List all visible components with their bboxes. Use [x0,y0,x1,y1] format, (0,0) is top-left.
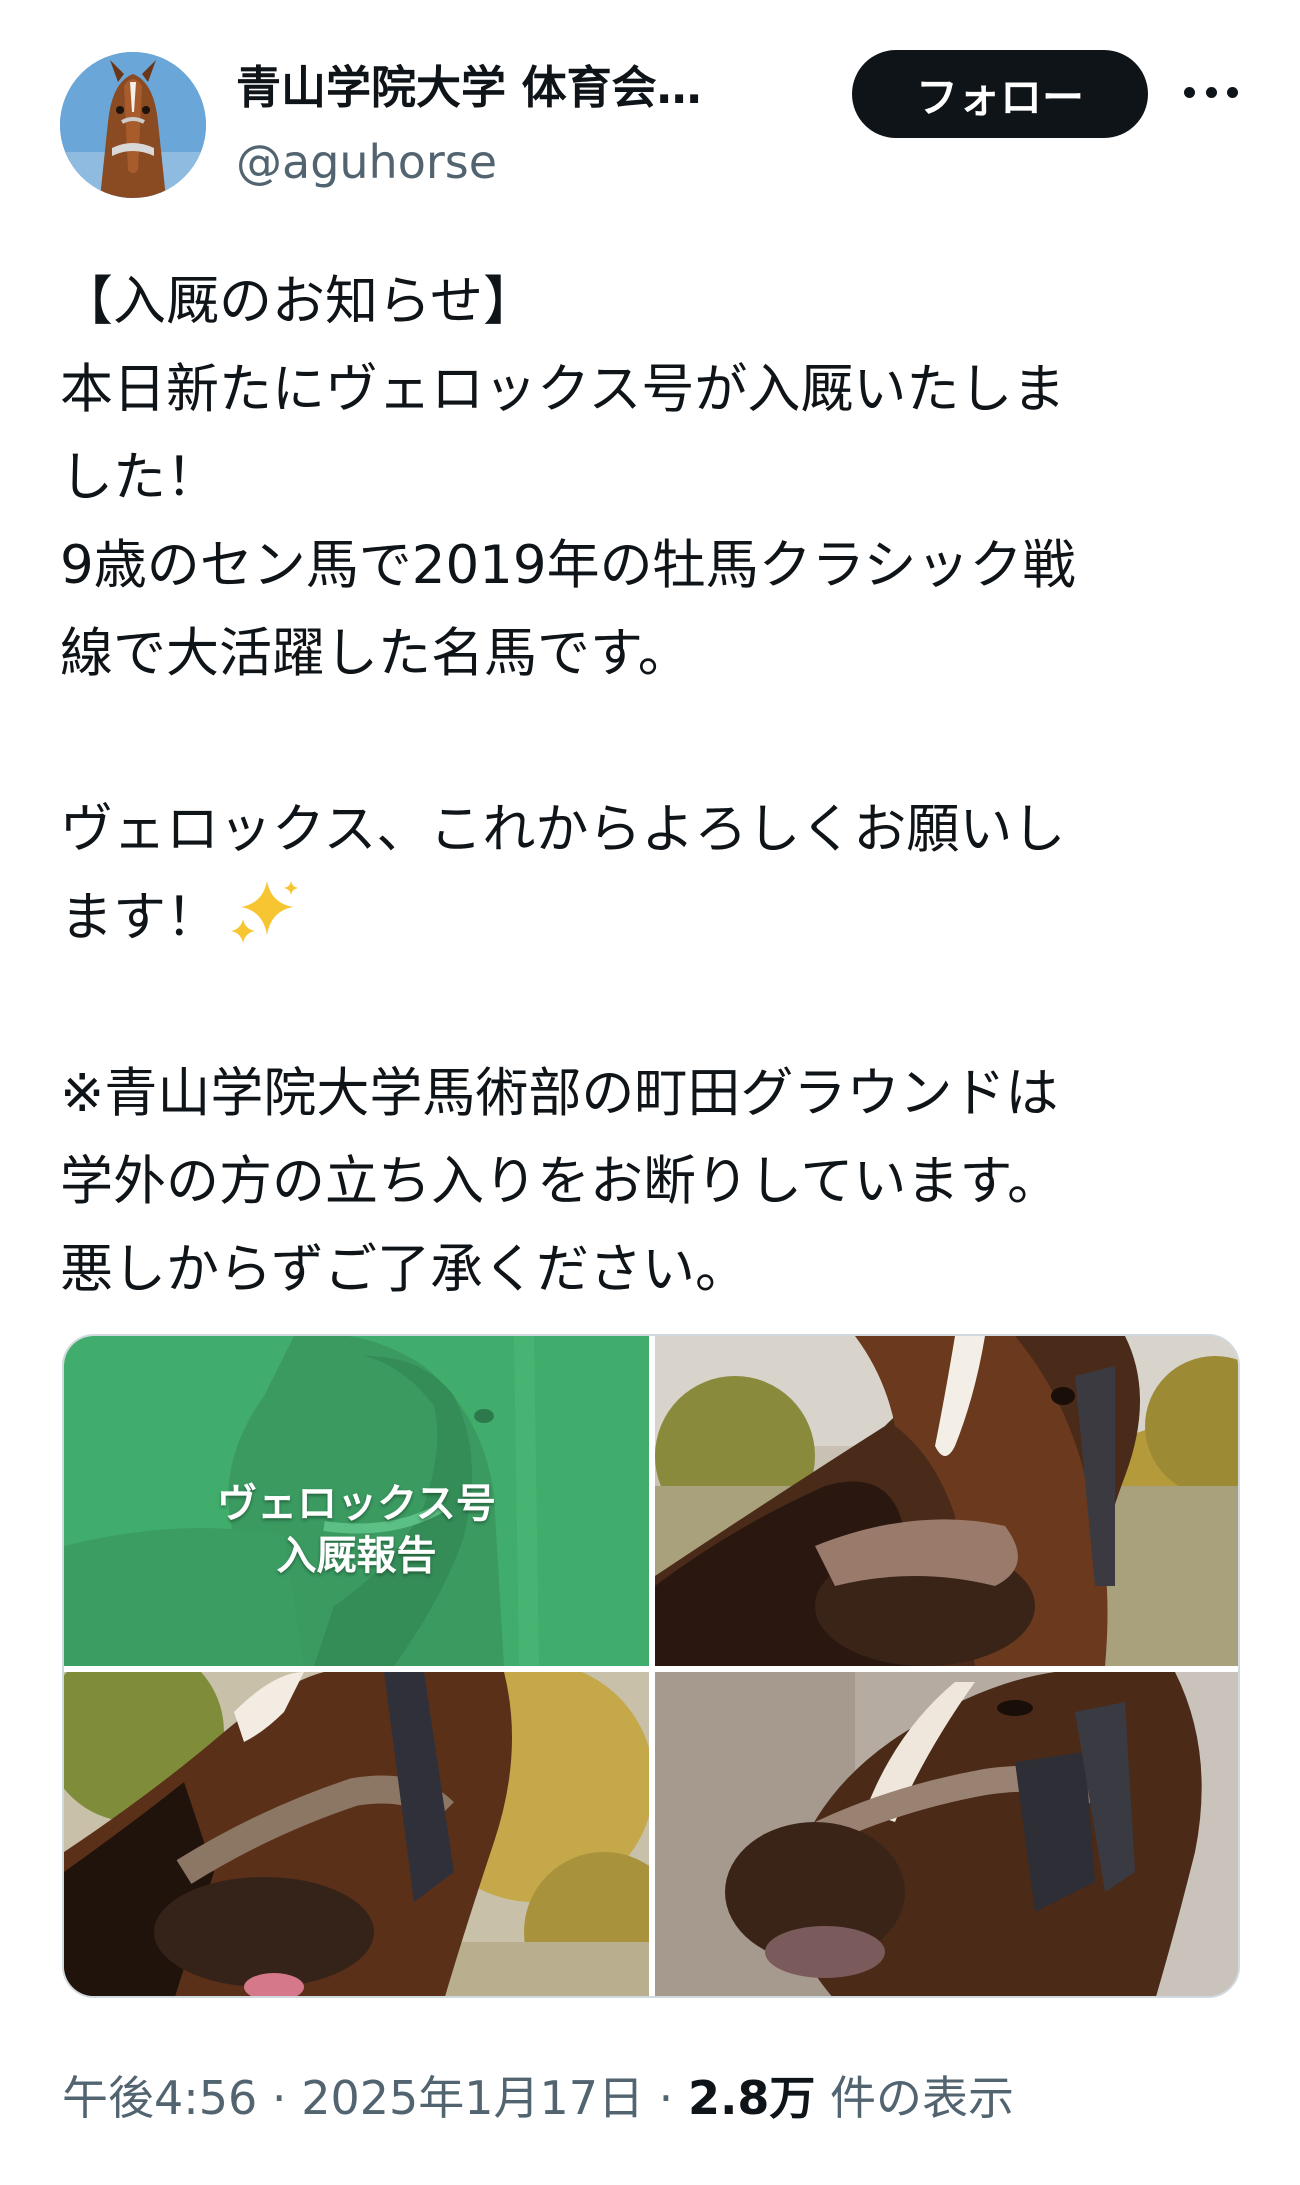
tweet-line: 悪しからずご了承ください。 [60,1239,748,1300]
tweet-line: 【入厩のお知らせ】 [60,271,536,332]
sparkles-icon [231,881,298,943]
horse-photo [64,1672,649,1996]
tweet-time[interactable]: 午後4:56 [62,2071,257,2125]
tweet-line-with-emoji: ます！ [60,874,1250,962]
media-photo-cover[interactable]: ヴェロックス号 入厩報告 [64,1336,649,1666]
view-count-label: 件の表示 [815,2071,1015,2125]
dot [1227,86,1238,98]
tweet-line: 本日新たにヴェロックス号が入厩いたしま [60,359,1066,420]
media-grid: ヴェロックス号 入厩報告 [62,1334,1240,1998]
separator: · [644,2071,688,2125]
media-photo[interactable] [655,1672,1238,1996]
tweet-meta: 午後4:56 · 2025年1月17日 · 2.8万 件の表示 [62,2066,1242,2130]
dot [1184,86,1195,98]
tweet-line: ※青山学院大学馬術部の町田グラウンドは [60,1063,1059,1124]
tweet-header: 青山学院大学 体育会… @aguhorse フォロー [0,0,1300,220]
tweet-line: ヴェロックス、これからよろしくお願いし [60,799,1066,860]
view-count[interactable]: 2.8万 [688,2071,816,2125]
media-photo[interactable] [655,1336,1238,1666]
horse-photo [655,1336,1238,1666]
tweet-line: 9歳のセン馬で2019年の牡馬クラシック戦 [60,535,1076,596]
dot [1205,86,1217,98]
horse-avatar-image [60,52,206,198]
tweet-line: した！ [60,447,219,508]
tweet-line: ます！ [60,887,219,948]
media-photo[interactable] [64,1672,649,1996]
user-handle[interactable]: @aguhorse [236,132,497,192]
cover-title-line: 入厩報告 [276,1533,437,1579]
tweet-body: 【入厩のお知らせ】 本日新たにヴェロックス号が入厩いたしま した！ 9歳のセン馬… [60,258,1250,1314]
follow-button[interactable]: フォロー [852,50,1148,138]
tweet-line: 線で大活躍した名馬です。 [60,623,691,684]
separator: · [257,2071,302,2125]
display-name[interactable]: 青山学院大学 体育会… [236,58,796,118]
tweet-line: 学外の方の立ち入りをお断りしています。 [60,1151,1061,1212]
profile-avatar[interactable] [60,52,206,198]
more-options-icon[interactable] [1176,62,1246,122]
cover-title-line: ヴェロックス号 [217,1481,496,1527]
horse-photo [655,1672,1238,1996]
tweet-date[interactable]: 2025年1月17日 [301,2071,644,2125]
cover-title: ヴェロックス号 入厩報告 [64,1478,649,1582]
